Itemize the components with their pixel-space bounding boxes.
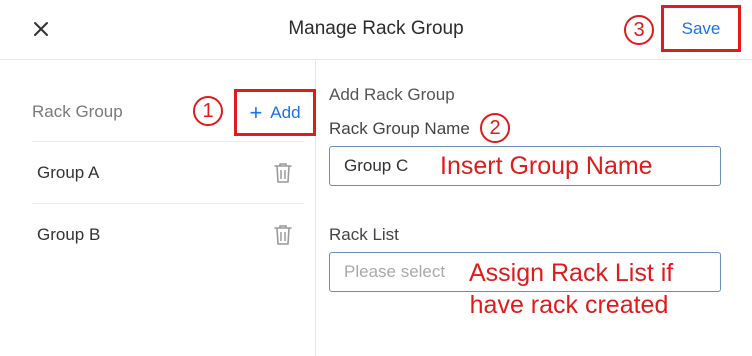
callout-2: 2	[480, 113, 510, 143]
annotation-assign-rack: Assign Rack List if have rack created	[469, 257, 674, 321]
rack-group-heading: Rack Group	[32, 102, 123, 121]
rack-group-name-label: Rack Group Name	[329, 119, 470, 138]
callout-1: 1	[193, 96, 223, 126]
list-item[interactable]: Group B	[32, 203, 304, 265]
add-group-button[interactable]: + Add	[234, 89, 316, 136]
form-title: Add Rack Group	[329, 85, 455, 104]
callout-3: 3	[624, 15, 654, 45]
add-rack-group-form: Add Rack Group Rack Group Name 2 Group C…	[329, 61, 752, 356]
rack-list-label: Rack List	[329, 225, 399, 244]
modal-header: Manage Rack Group 3 Save	[0, 0, 752, 60]
annotation-assign-line1: Assign Rack List if	[469, 259, 674, 287]
list-item[interactable]: Group A	[32, 141, 304, 203]
trash-icon[interactable]	[272, 223, 294, 247]
save-button[interactable]: Save	[661, 5, 741, 52]
add-button-label: Add	[270, 102, 301, 122]
rack-group-name-value: Group C	[344, 156, 409, 175]
plus-icon: +	[249, 99, 263, 125]
group-label: Group B	[37, 224, 101, 244]
group-label: Group A	[37, 162, 100, 182]
rack-list-placeholder: Please select	[344, 262, 446, 281]
annotation-assign-line2: have rack created	[469, 291, 669, 319]
rack-group-list-panel: Rack Group 1 + Add Group A Group B	[0, 61, 316, 356]
trash-icon[interactable]	[272, 161, 294, 185]
annotation-insert-name: Insert Group Name	[440, 152, 653, 180]
